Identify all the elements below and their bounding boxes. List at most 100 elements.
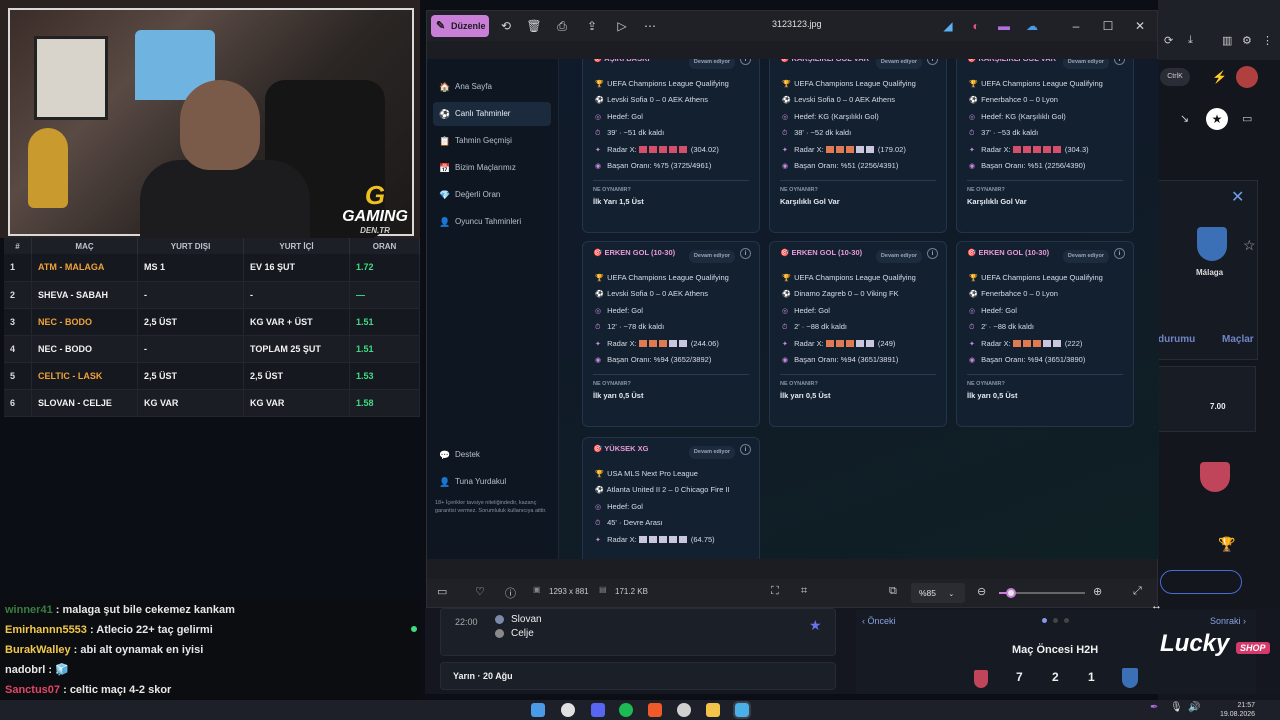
minimize-icon[interactable]: – <box>1067 17 1085 35</box>
clipchamp-icon[interactable]: ▬ <box>995 17 1013 35</box>
photos-icon[interactable] <box>733 701 751 719</box>
edit-button[interactable]: ✎ Düzenle <box>431 15 489 37</box>
share-icon[interactable]: ⇪ <box>583 17 601 35</box>
radar-square <box>835 145 844 153</box>
sidebar-item[interactable]: 🏠 Ana Sayfa <box>433 75 551 99</box>
sidebar-item[interactable]: ⚽ Canlı Tahminler <box>433 102 551 126</box>
prediction-card[interactable]: 🎯 YÜKSEK XG Devam ediyor i 🏆 USA MLS Next P… <box>582 437 760 559</box>
brave-icon[interactable] <box>648 703 662 717</box>
info-icon[interactable]: i <box>1114 248 1125 259</box>
refresh-icon[interactable]: ⟳ <box>1164 34 1173 47</box>
spotify-icon[interactable] <box>619 703 633 717</box>
onedrive-icon[interactable]: ☁ <box>1023 17 1041 35</box>
sidebar-item[interactable]: 📅 Bizim Maçlarımız <box>433 156 551 180</box>
card-footer: NE OYNANIR? Karşılıklı Gol Var <box>780 180 936 206</box>
delete-icon[interactable]: 🗑 <box>525 17 543 35</box>
maximize-icon[interactable]: ☐ <box>1099 17 1117 35</box>
prediction-card[interactable]: 🎯 KARŞILIKLI GOL VAR Devam ediyor i 🏆 UEFA … <box>769 59 947 233</box>
filmstrip-icon[interactable]: ▭ <box>437 585 447 598</box>
more-icon[interactable]: ⋯ <box>641 17 659 35</box>
close-icon[interactable]: ✕ <box>1231 187 1244 207</box>
heart-icon[interactable]: ♡ <box>475 585 485 598</box>
info-icon[interactable]: i <box>927 59 938 65</box>
carousel-dot[interactable] <box>1053 618 1058 623</box>
odds-value[interactable]: 7.00 <box>1210 402 1226 411</box>
volume-icon[interactable]: 🔊 <box>1188 702 1200 713</box>
download-icon[interactable]: ⤓ <box>1188 34 1193 47</box>
info-icon[interactable]: i <box>740 444 751 455</box>
prediction-card[interactable]: 🎯 KARŞILIKLI GOL VAR Devam ediyor i 🏆 UEFA … <box>956 59 1134 233</box>
sidebar-item[interactable]: 💎 Değerli Oran <box>433 183 551 207</box>
zoom-in-icon[interactable]: ⊕ <box>1093 585 1102 598</box>
zoom-slider-handle[interactable] <box>1006 588 1016 598</box>
sidebar-icon[interactable]: ▥ <box>1222 34 1232 47</box>
lightning-icon[interactable]: ⚡ <box>1212 70 1227 84</box>
sidebar-item-support[interactable]: 💬 Destek <box>433 443 551 467</box>
next-button[interactable]: Sonraki › <box>1210 616 1246 626</box>
match-row[interactable]: 22:00 Slovan Celje ★ <box>440 608 836 656</box>
menu-icon[interactable]: ⋮ <box>1262 34 1273 47</box>
zoom-select[interactable]: %85 ⌄ <box>911 583 965 603</box>
pen-icon[interactable]: ✒ <box>1150 702 1158 713</box>
chat-username[interactable]: BurakWalley <box>5 644 71 656</box>
prev-button[interactable]: ‹ Önceki <box>862 616 896 626</box>
chat-icon[interactable]: ▭ <box>1242 112 1252 125</box>
crop-icon[interactable]: ⛶ <box>771 585 779 598</box>
trend-icon[interactable]: ↘ <box>1180 112 1189 125</box>
radar-icon: ✦ <box>782 146 788 154</box>
info-icon[interactable]: i <box>740 59 751 65</box>
chat-username[interactable]: winner41 <box>5 604 53 616</box>
prediction-card[interactable]: 🎯 ERKEN GOL (10-30) Devam ediyor i 🏆 UEFA C… <box>582 241 760 427</box>
card-title: KARŞILIKLI GOL VAR <box>791 59 869 63</box>
system-clock[interactable]: 21:57 19.08.2026 <box>1220 701 1255 719</box>
info-icon[interactable]: i <box>740 248 751 259</box>
carousel-dot[interactable] <box>1064 618 1069 623</box>
close-window-icon[interactable]: ✕ <box>1131 17 1149 35</box>
sidebar-item-user[interactable]: 👤 Tuna Yurdakul <box>433 470 551 494</box>
mic-icon[interactable]: 🎙 <box>1170 702 1183 713</box>
carousel-dot[interactable] <box>1042 618 1047 623</box>
favorite-icon[interactable]: ★ <box>809 617 822 634</box>
obs-icon[interactable] <box>677 703 691 717</box>
prediction-card[interactable]: 🎯 ERKEN GOL (10-30) Devam ediyor i 🏆 UEFA C… <box>956 241 1134 427</box>
explorer-icon[interactable] <box>706 703 720 717</box>
chat-username[interactable]: Emirhannn5553 <box>5 624 87 636</box>
copilot-icon[interactable]: ◐ <box>967 17 985 35</box>
prediction-card[interactable]: 🎯 ERKEN GOL (10-30) Devam ediyor i 🏆 UEFA C… <box>769 241 947 427</box>
play-label: NE OYNANIR? <box>593 381 631 388</box>
info-icon[interactable]: i <box>1114 59 1125 65</box>
favorite-star-icon[interactable]: ☆ <box>1243 237 1256 254</box>
wall-poster <box>34 36 108 120</box>
rotate-icon[interactable]: ⟲ <box>497 17 515 35</box>
star-icon[interactable]: ★ <box>1206 108 1228 130</box>
chat-username[interactable]: Sanctus07 <box>5 684 60 696</box>
info-icon[interactable]: ⓘ <box>505 585 516 601</box>
settings-icon[interactable]: ⚙ <box>1242 34 1252 47</box>
clock-icon: ⏱ <box>595 130 601 138</box>
radar-icon: ✦ <box>969 146 975 154</box>
start-icon[interactable] <box>531 703 545 717</box>
fullscreen-icon[interactable]: ⤢ <box>1133 585 1142 598</box>
avatar[interactable] <box>1236 66 1258 88</box>
radar-square <box>648 339 657 347</box>
chrome-icon[interactable] <box>561 703 575 717</box>
card-target: ◎ Hedef: KG (Karşılıklı Gol) <box>770 109 946 125</box>
chat-message: nadobrl : 🧊 <box>0 660 420 680</box>
fit-icon[interactable]: ⧉ <box>889 585 897 598</box>
table-cell-domestic: EV 16 ŞUT <box>243 254 350 282</box>
crest-pill[interactable] <box>1160 570 1242 594</box>
sidebar-item[interactable]: 📋 Tahmin Geçmişi <box>433 129 551 153</box>
search-shortcut[interactable]: CtrlK <box>1160 68 1190 86</box>
chat-username[interactable]: nadobrl <box>5 664 45 676</box>
print-icon[interactable]: ⎙ <box>553 17 571 35</box>
slideshow-icon[interactable]: ▷ <box>613 17 631 35</box>
tab-matches[interactable]: Maçlar <box>1222 334 1254 345</box>
sidebar-item[interactable]: 👤 Oyuncu Tahminleri <box>433 210 551 234</box>
scan-icon[interactable]: ⌗ <box>801 585 807 598</box>
zoom-out-icon[interactable]: ⊖ <box>977 585 986 598</box>
tab-status[interactable]: durumu <box>1158 334 1195 345</box>
info-icon[interactable]: i <box>927 248 938 259</box>
paint-icon[interactable]: ◢ <box>939 17 957 35</box>
prediction-card[interactable]: 🎯 AŞIRI BASKI Devam ediyor i 🏆 UEFA Champio… <box>582 59 760 233</box>
discord-icon[interactable] <box>591 703 605 717</box>
